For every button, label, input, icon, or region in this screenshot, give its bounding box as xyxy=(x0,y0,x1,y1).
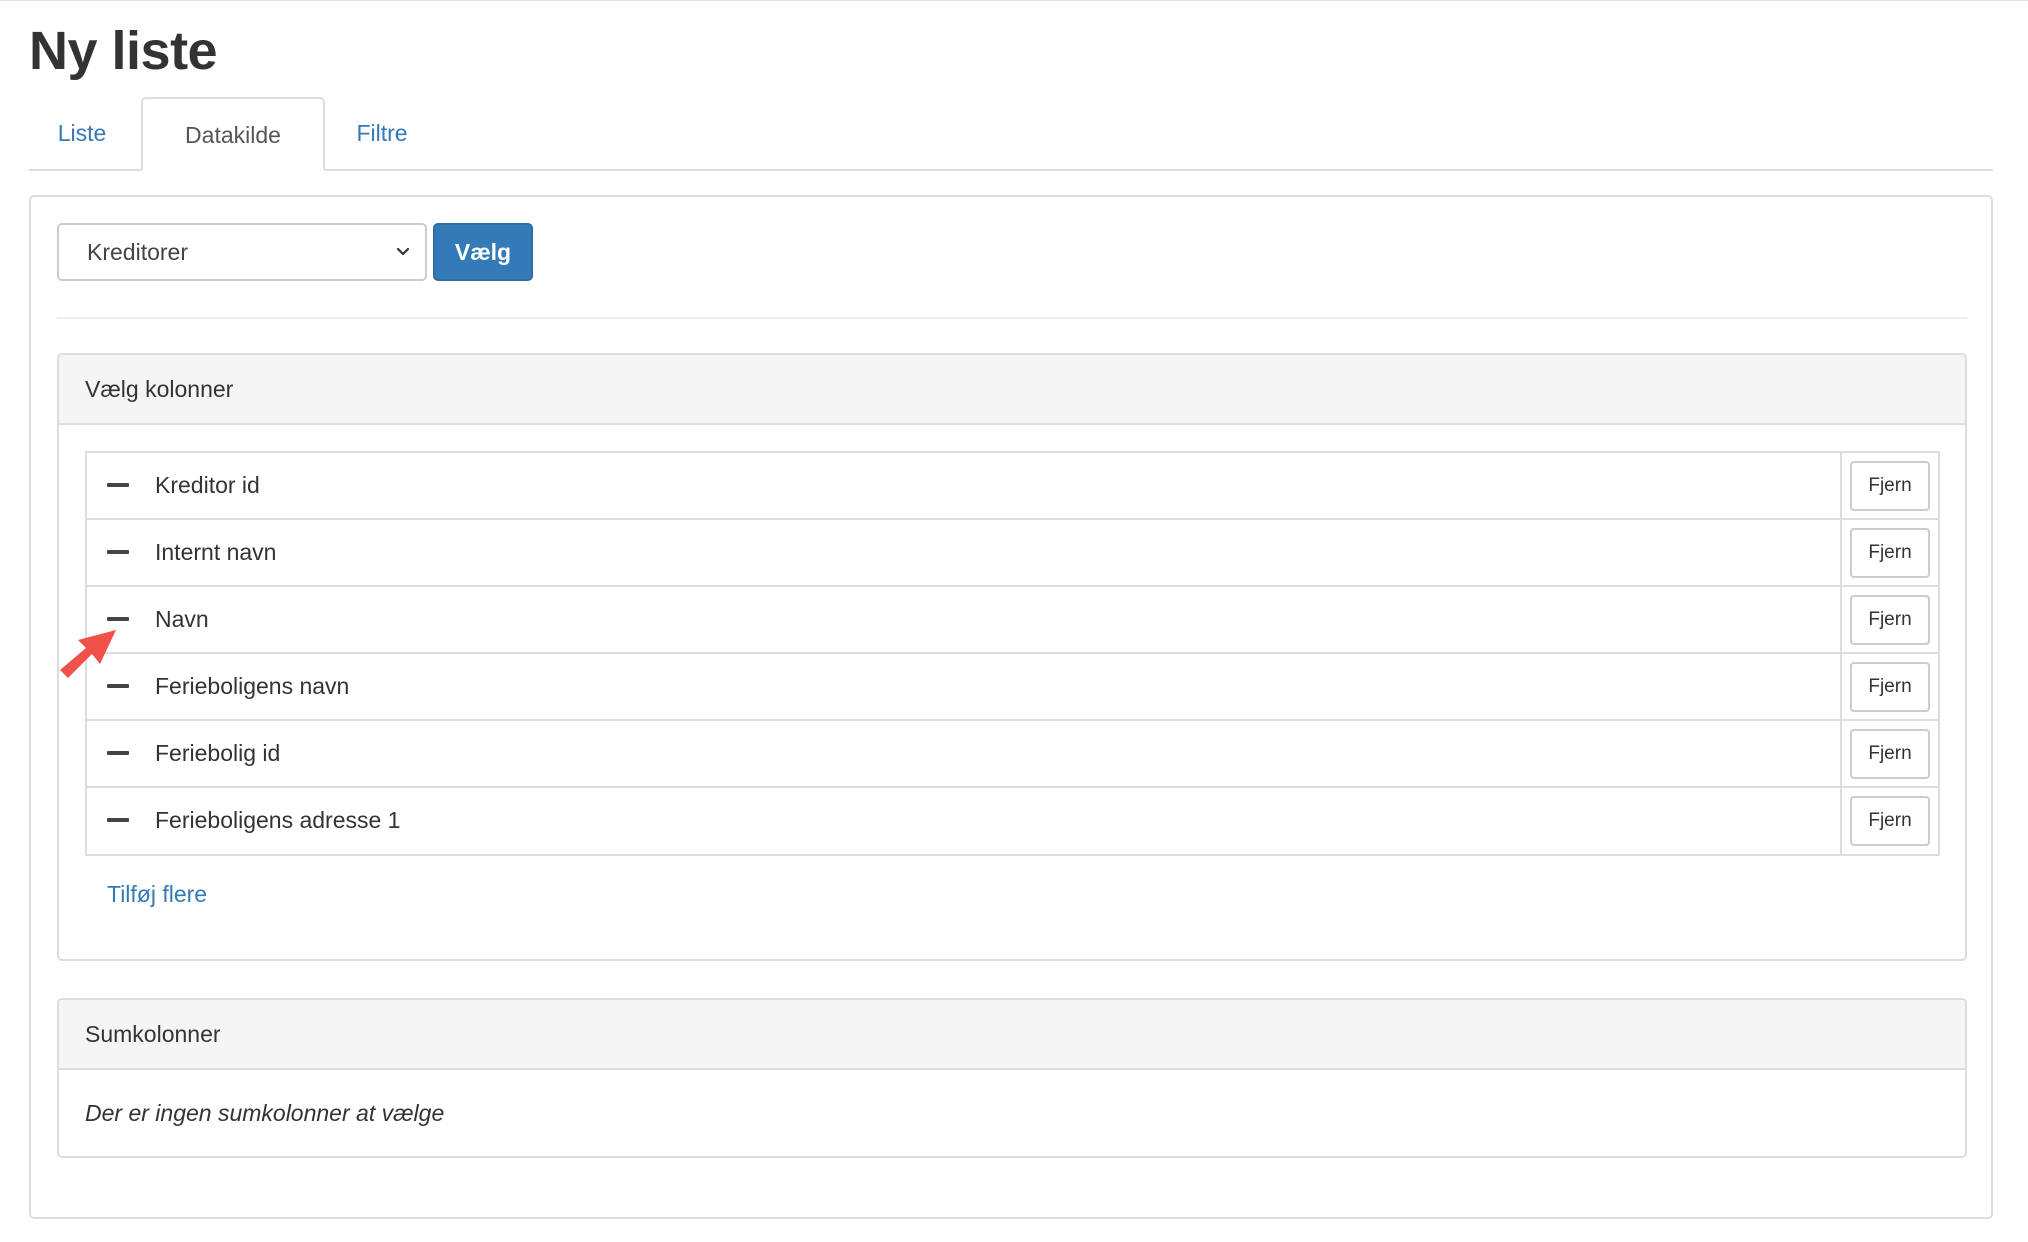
add-more-columns-link[interactable]: Tilføj flere xyxy=(107,881,207,908)
drag-handle-icon[interactable] xyxy=(107,751,129,755)
divider xyxy=(57,317,1967,319)
sum-columns-panel: Sumkolonner Der er ingen sumkolonner at … xyxy=(57,998,1967,1158)
top-border xyxy=(0,0,2028,1)
tab-bar: Liste Datakilde Filtre xyxy=(29,97,1993,171)
chevron-down-icon xyxy=(396,247,410,256)
remove-cell: Fjern xyxy=(1840,721,1938,786)
datasource-select[interactable]: Kreditorer xyxy=(57,223,427,281)
drag-handle-icon[interactable] xyxy=(107,617,129,621)
remove-column-button[interactable]: Fjern xyxy=(1850,528,1930,578)
remove-cell: Fjern xyxy=(1840,654,1938,719)
sum-columns-empty-text: Der er ingen sumkolonner at vælge xyxy=(85,1100,445,1126)
sum-columns-heading: Sumkolonner xyxy=(59,1000,1965,1070)
column-row: Navn Fjern xyxy=(87,587,1938,654)
column-label: Navn xyxy=(155,606,209,632)
arrow-annotation-icon xyxy=(60,630,116,678)
remove-column-button[interactable]: Fjern xyxy=(1850,662,1930,712)
column-row: Feriebolig id Fjern xyxy=(87,721,1938,788)
remove-column-button[interactable]: Fjern xyxy=(1850,595,1930,645)
columns-panel: Vælg kolonner Kreditor id Fjern Internt … xyxy=(57,353,1967,961)
column-row: Ferieboligens adresse 1 Fjern xyxy=(87,788,1938,854)
drag-handle-icon[interactable] xyxy=(107,483,129,487)
remove-cell: Fjern xyxy=(1840,788,1938,854)
drag-handle-icon[interactable] xyxy=(107,818,129,822)
drag-handle-icon[interactable] xyxy=(107,550,129,554)
remove-cell: Fjern xyxy=(1840,453,1938,518)
column-label: Kreditor id xyxy=(155,472,260,498)
remove-cell: Fjern xyxy=(1840,587,1938,652)
column-row: Internt navn Fjern xyxy=(87,520,1938,587)
tab-liste[interactable]: Liste xyxy=(29,97,135,169)
remove-cell: Fjern xyxy=(1840,520,1938,585)
tab-datakilde[interactable]: Datakilde xyxy=(141,97,325,171)
column-row: Kreditor id Fjern xyxy=(87,453,1938,520)
choose-datasource-button[interactable]: Vælg xyxy=(433,223,533,281)
datasource-select-value: Kreditorer xyxy=(87,239,188,265)
column-list: Kreditor id Fjern Internt navn Fjern Nav… xyxy=(85,451,1940,856)
column-label: Feriebolig id xyxy=(155,740,281,766)
columns-panel-heading: Vælg kolonner xyxy=(59,355,1965,425)
datasource-panel: Kreditorer Vælg Vælg kolonner Kreditor i… xyxy=(29,195,1993,1219)
drag-handle-icon[interactable] xyxy=(107,684,129,688)
tab-filtre[interactable]: Filtre xyxy=(325,97,439,169)
column-label: Ferieboligens adresse 1 xyxy=(155,807,401,833)
column-label: Ferieboligens navn xyxy=(155,673,350,699)
page-title: Ny liste xyxy=(29,21,218,81)
remove-column-button[interactable]: Fjern xyxy=(1850,461,1930,511)
column-label: Internt navn xyxy=(155,539,277,565)
remove-column-button[interactable]: Fjern xyxy=(1850,729,1930,779)
remove-column-button[interactable]: Fjern xyxy=(1850,796,1930,846)
column-row: Ferieboligens navn Fjern xyxy=(87,654,1938,721)
